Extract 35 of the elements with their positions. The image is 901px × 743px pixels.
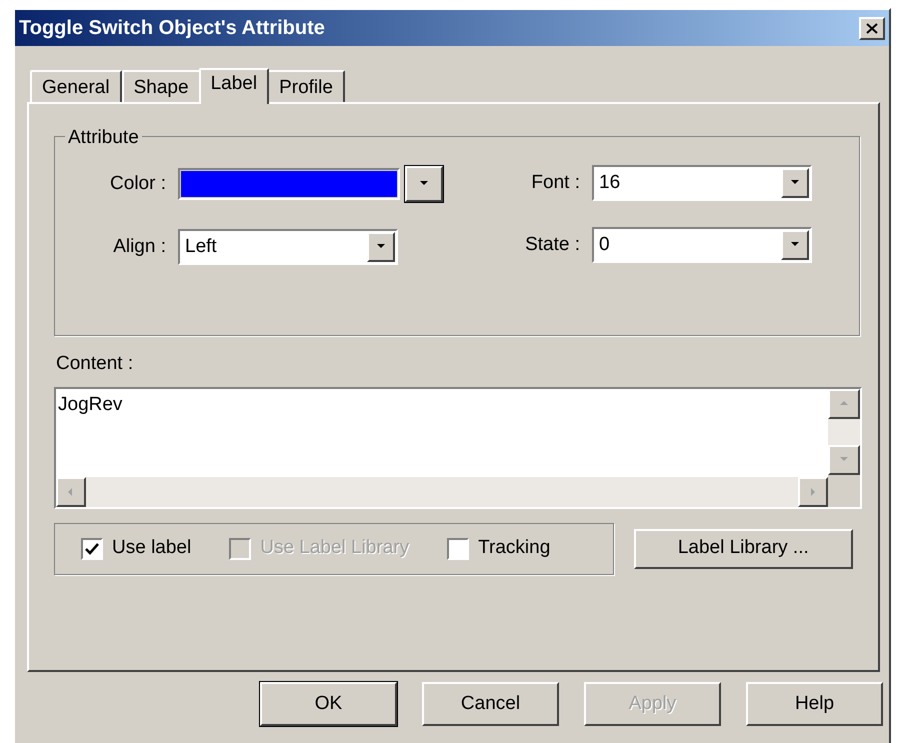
checkbox-label: Use label	[112, 536, 192, 560]
dropdown-button[interactable]	[781, 230, 809, 260]
content-label: Content :	[56, 353, 134, 374]
label-library-button[interactable]: Label Library ...	[634, 528, 853, 568]
field-label: State :	[524, 232, 581, 257]
content-textarea[interactable]: JogRev	[54, 386, 862, 508]
window-title: Toggle Switch Object's Attribute	[19, 16, 325, 41]
field-label: Color :	[109, 172, 167, 196]
check-icon	[85, 542, 99, 554]
field-label: Font :	[530, 170, 581, 195]
content-text: JogRev	[58, 394, 122, 414]
dropdown-button[interactable]	[405, 166, 443, 202]
horizontal-scrollbar[interactable]	[56, 476, 828, 506]
dialog-button[interactable]: OK	[260, 682, 397, 726]
dialog-button[interactable]: Cancel	[422, 682, 559, 726]
tab[interactable]: General	[30, 70, 122, 102]
color-swatch[interactable]	[181, 171, 397, 197]
align-dropdown[interactable]: Left	[178, 229, 398, 265]
dropdown-button[interactable]	[367, 232, 395, 262]
checkbox-label: Tracking	[478, 536, 550, 560]
field-label: Align :	[112, 234, 167, 259]
dropdown-button[interactable]	[781, 168, 809, 198]
tab[interactable]: Shape	[122, 70, 201, 102]
close-icon	[866, 22, 878, 34]
right-arrow-icon	[808, 486, 818, 496]
dialog-button[interactable]: Help	[746, 682, 883, 726]
scrollbar-corner	[828, 474, 860, 506]
state-dropdown[interactable]: 0	[592, 227, 812, 263]
vertical-scrollbar[interactable]	[828, 388, 860, 474]
tab[interactable]: Label	[198, 68, 270, 104]
checkbox[interactable]	[81, 538, 103, 560]
close-button[interactable]	[859, 16, 885, 40]
tab[interactable]: Profile	[267, 70, 345, 102]
font-dropdown[interactable]: 16	[592, 165, 812, 201]
checkbox[interactable]	[447, 538, 470, 560]
